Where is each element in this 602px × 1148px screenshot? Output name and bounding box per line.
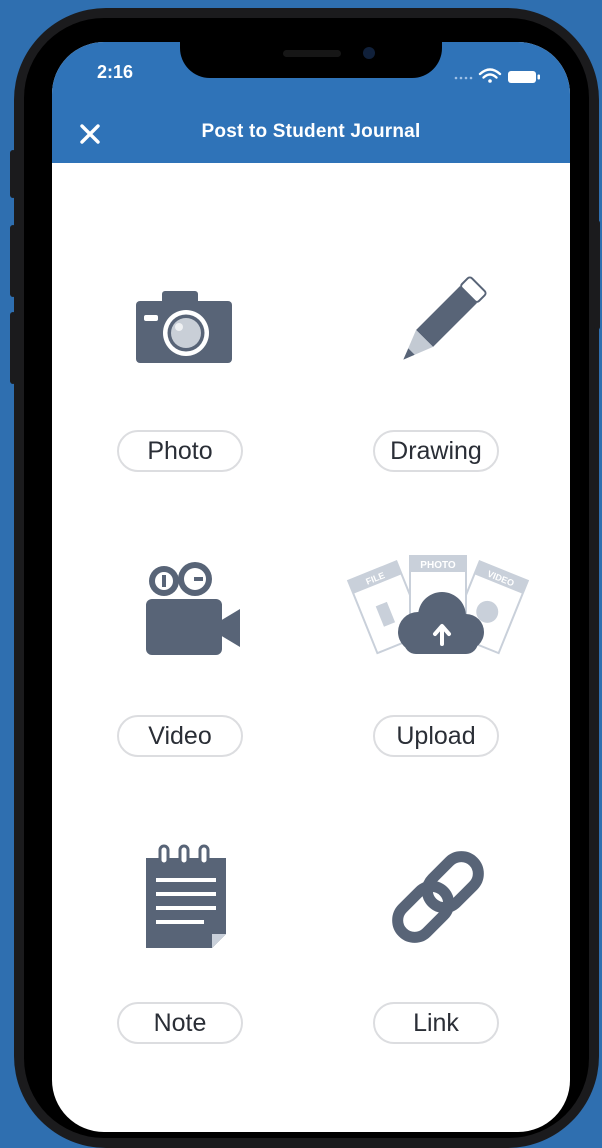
notepad-icon: [146, 844, 226, 948]
page-title: Post to Student Journal: [201, 121, 421, 142]
link-icon: [392, 851, 484, 943]
volume-down-button: [10, 312, 16, 384]
status-icons: [452, 66, 552, 86]
app-screen: 2:16 Post to Student Journal Photo Drawi…: [52, 42, 570, 1132]
signal-icon: [454, 76, 473, 80]
status-time: 2:16: [97, 62, 134, 82]
notch: [180, 42, 442, 78]
option-link[interactable]: Link: [338, 832, 538, 1052]
volume-up-button: [10, 225, 16, 297]
front-camera: [363, 47, 375, 59]
option-video[interactable]: Video: [82, 545, 282, 765]
wifi-icon: [478, 68, 502, 83]
cloud-upload-icon: FILE VIDEO PHOTO: [346, 555, 530, 655]
option-label[interactable]: Drawing: [373, 430, 499, 472]
battery-icon: [508, 71, 540, 83]
camera-icon: [136, 291, 232, 363]
close-icon: [80, 124, 100, 144]
upload-card-label: PHOTO: [420, 560, 456, 571]
option-upload[interactable]: FILE VIDEO PHOTO Upload: [338, 545, 538, 765]
close-button[interactable]: [74, 118, 106, 150]
pencil-icon: [403, 276, 487, 360]
video-camera-icon: [146, 562, 240, 655]
option-photo[interactable]: Photo: [82, 260, 282, 480]
power-button: [594, 220, 600, 330]
option-label[interactable]: Video: [117, 715, 243, 757]
option-drawing[interactable]: Drawing: [338, 260, 538, 480]
earpiece-speaker: [283, 50, 341, 57]
mute-switch: [10, 150, 16, 198]
option-label[interactable]: Upload: [373, 715, 499, 757]
option-label[interactable]: Note: [117, 1002, 243, 1044]
option-label[interactable]: Photo: [117, 430, 243, 472]
option-label[interactable]: Link: [373, 1002, 499, 1044]
option-note[interactable]: Note: [82, 832, 282, 1052]
